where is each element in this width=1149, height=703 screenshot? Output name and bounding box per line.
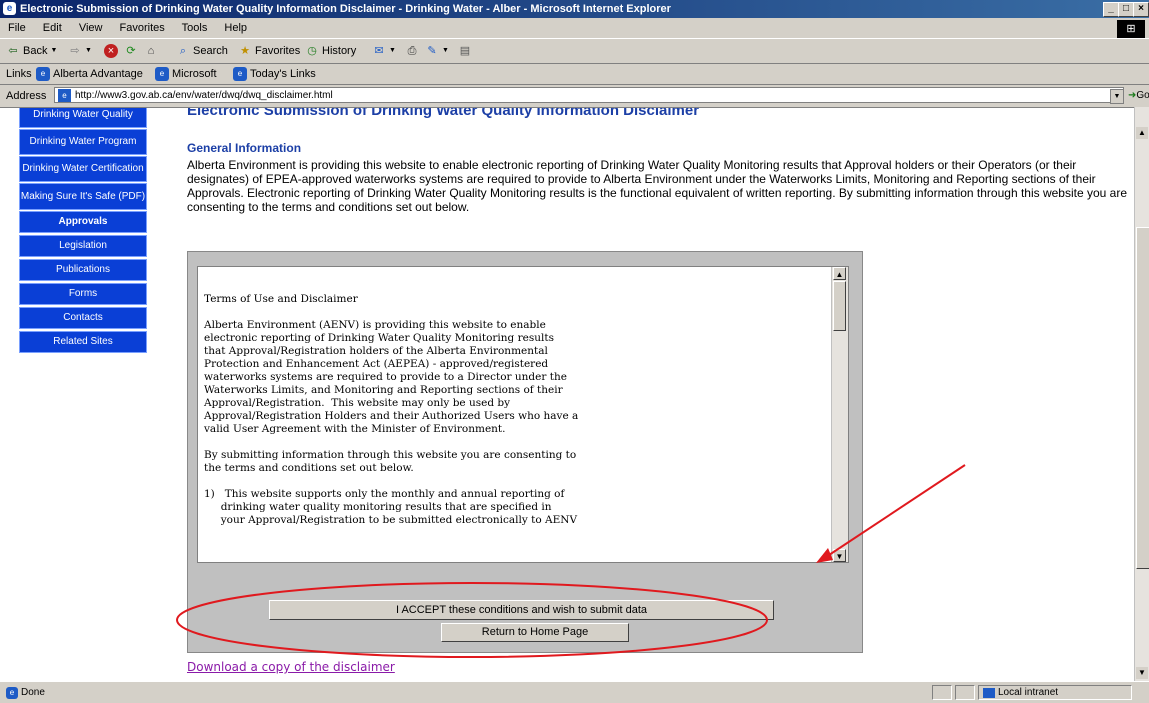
discuss-icon: ▤: [459, 45, 471, 57]
toolbar: ⇦ Back ▼ ⇨ ▼ × ⟳ ⌂ ⌕ Search ★ Favorites …: [0, 39, 1149, 64]
menu-help[interactable]: Help: [224, 22, 247, 34]
chevron-down-icon: ▼: [50, 47, 58, 54]
terms-paragraph: 1) This website supports only the monthl…: [204, 488, 578, 526]
status-pane: [955, 685, 975, 700]
page-icon: e: [233, 67, 247, 81]
edit-button[interactable]: ✎ ▼: [425, 42, 449, 60]
history-icon: ◷: [307, 45, 317, 57]
stop-icon: ×: [104, 44, 118, 58]
sidebar-item-related-sites[interactable]: Related Sites: [19, 331, 147, 353]
history-button[interactable]: ◷ History: [305, 42, 356, 60]
links-label: Links: [6, 68, 32, 80]
address-bar: Address e http://www3.gov.ab.ca/env/wate…: [0, 85, 1149, 107]
ie-logo-icon: e: [3, 2, 16, 15]
address-dropdown-button[interactable]: ▼: [1110, 89, 1124, 104]
windows-logo-icon: ⊞: [1117, 20, 1145, 38]
address-input[interactable]: e http://www3.gov.ab.ca/env/water/dwq/dw…: [54, 87, 1124, 103]
scroll-down-arrow-icon[interactable]: ▼: [833, 549, 846, 562]
home-icon: ⌂: [147, 45, 155, 57]
window-title-bar: e Electronic Submission of Drinking Wate…: [0, 0, 1149, 18]
forward-button[interactable]: ⇨ ▼: [68, 42, 92, 60]
sidebar-item-forms[interactable]: Forms: [19, 283, 147, 305]
page-scrollbar[interactable]: ▲ ▼: [1134, 107, 1149, 681]
print-icon: ⎙: [407, 45, 417, 57]
page-icon: e: [58, 89, 71, 102]
window-title: Electronic Submission of Drinking Water …: [20, 3, 671, 15]
download-disclaimer-link[interactable]: Download a copy of the disclaimer: [187, 660, 395, 674]
search-icon: ⌕: [179, 45, 187, 57]
section-title: General Information: [187, 141, 302, 155]
page-icon: e: [36, 67, 50, 81]
status-zone: Local intranet: [978, 685, 1132, 700]
scroll-up-arrow-icon[interactable]: ▲: [1136, 127, 1148, 139]
accept-button[interactable]: I ACCEPT these conditions and wish to su…: [269, 600, 774, 620]
status-bar: e Done Local intranet: [0, 681, 1149, 703]
terms-title: Terms of Use and Disclaimer: [204, 293, 358, 305]
sidebar-item-approvals[interactable]: Approvals: [19, 211, 147, 233]
chevron-down-icon: ▼: [389, 47, 396, 54]
chevron-down-icon: ▼: [442, 47, 449, 54]
menu-bar: File Edit View Favorites Tools Help: [0, 18, 1149, 39]
mail-icon: ✉: [374, 45, 384, 57]
scroll-down-arrow-icon[interactable]: ▼: [1136, 667, 1148, 679]
stop-button[interactable]: ×: [104, 42, 118, 60]
status-pane: [932, 685, 952, 700]
address-url: http://www3.gov.ab.ca/env/water/dwq/dwq_…: [75, 90, 333, 101]
address-label: Address: [6, 90, 47, 102]
menu-view[interactable]: View: [79, 22, 103, 34]
sidebar-item-making-sure-its-safe[interactable]: Making Sure It's Safe (PDF): [19, 183, 147, 210]
sidebar-item-contacts[interactable]: Contacts: [19, 307, 147, 329]
terms-scrollbar[interactable]: ▲ ▼: [831, 267, 848, 562]
links-bar: Links e Alberta Advantage e Microsoft e …: [0, 64, 1149, 85]
intranet-icon: [983, 687, 995, 698]
home-button[interactable]: ⌂: [144, 42, 158, 60]
print-button[interactable]: ⎙: [405, 42, 419, 60]
edit-icon: ✎: [427, 45, 437, 57]
intro-paragraph: Alberta Environment is providing this we…: [187, 158, 1128, 214]
scroll-thumb[interactable]: [833, 281, 846, 331]
minimize-button[interactable]: _: [1103, 2, 1119, 17]
page-icon: e: [6, 686, 18, 699]
page-title: Electronic Submission of Drinking Water …: [187, 107, 700, 119]
sidebar-item-drinking-water-certification[interactable]: Drinking Water Certification: [19, 156, 147, 182]
refresh-button[interactable]: ⟳: [124, 42, 138, 60]
discuss-button[interactable]: ▤: [458, 42, 472, 60]
sidebar-item-legislation[interactable]: Legislation: [19, 235, 147, 257]
menu-file[interactable]: File: [8, 22, 26, 34]
menu-favorites[interactable]: Favorites: [120, 22, 165, 34]
chevron-down-icon: ▼: [85, 47, 92, 54]
favorites-folder-icon: ★: [240, 45, 250, 57]
sidebar-item-drinking-water-quality[interactable]: Drinking Water Quality: [19, 108, 147, 128]
favorites-button[interactable]: ★ Favorites: [238, 42, 300, 60]
sidebar: Drinking Water Quality Drinking Water Pr…: [0, 108, 165, 682]
refresh-icon: ⟳: [126, 45, 136, 57]
terms-paragraph: Alberta Environment (AENV) is providing …: [204, 319, 579, 435]
search-button[interactable]: ⌕ Search: [176, 42, 228, 60]
scroll-thumb[interactable]: [1136, 227, 1149, 569]
mail-button[interactable]: ✉ ▼: [372, 42, 396, 60]
forward-arrow-icon: ⇨: [70, 45, 80, 57]
link-microsoft[interactable]: e Microsoft: [155, 64, 217, 84]
scroll-up-arrow-icon[interactable]: ▲: [833, 267, 846, 280]
sidebar-item-publications[interactable]: Publications: [19, 259, 147, 281]
terms-panel: Terms of Use and Disclaimer Alberta Envi…: [187, 251, 863, 653]
menu-tools[interactable]: Tools: [182, 22, 208, 34]
link-alberta-advantage[interactable]: e Alberta Advantage: [36, 64, 143, 84]
sidebar-item-drinking-water-program[interactable]: Drinking Water Program: [19, 129, 147, 155]
go-button[interactable]: ➜Go: [1128, 85, 1149, 107]
page-content: Drinking Water Quality Drinking Water Pr…: [0, 107, 1134, 682]
terms-paragraph: By submitting information through this w…: [204, 449, 577, 474]
link-todays-links[interactable]: e Today's Links: [233, 64, 316, 84]
terms-textarea[interactable]: Terms of Use and Disclaimer Alberta Envi…: [197, 266, 849, 563]
back-button[interactable]: ⇦ Back ▼: [6, 42, 57, 60]
menu-edit[interactable]: Edit: [43, 22, 62, 34]
back-arrow-icon: ⇦: [8, 45, 18, 57]
page-icon: e: [155, 67, 169, 81]
return-home-button[interactable]: Return to Home Page: [441, 623, 629, 642]
close-button[interactable]: ×: [1133, 2, 1149, 17]
maximize-button[interactable]: □: [1118, 2, 1134, 17]
status-done: e Done: [6, 682, 45, 703]
